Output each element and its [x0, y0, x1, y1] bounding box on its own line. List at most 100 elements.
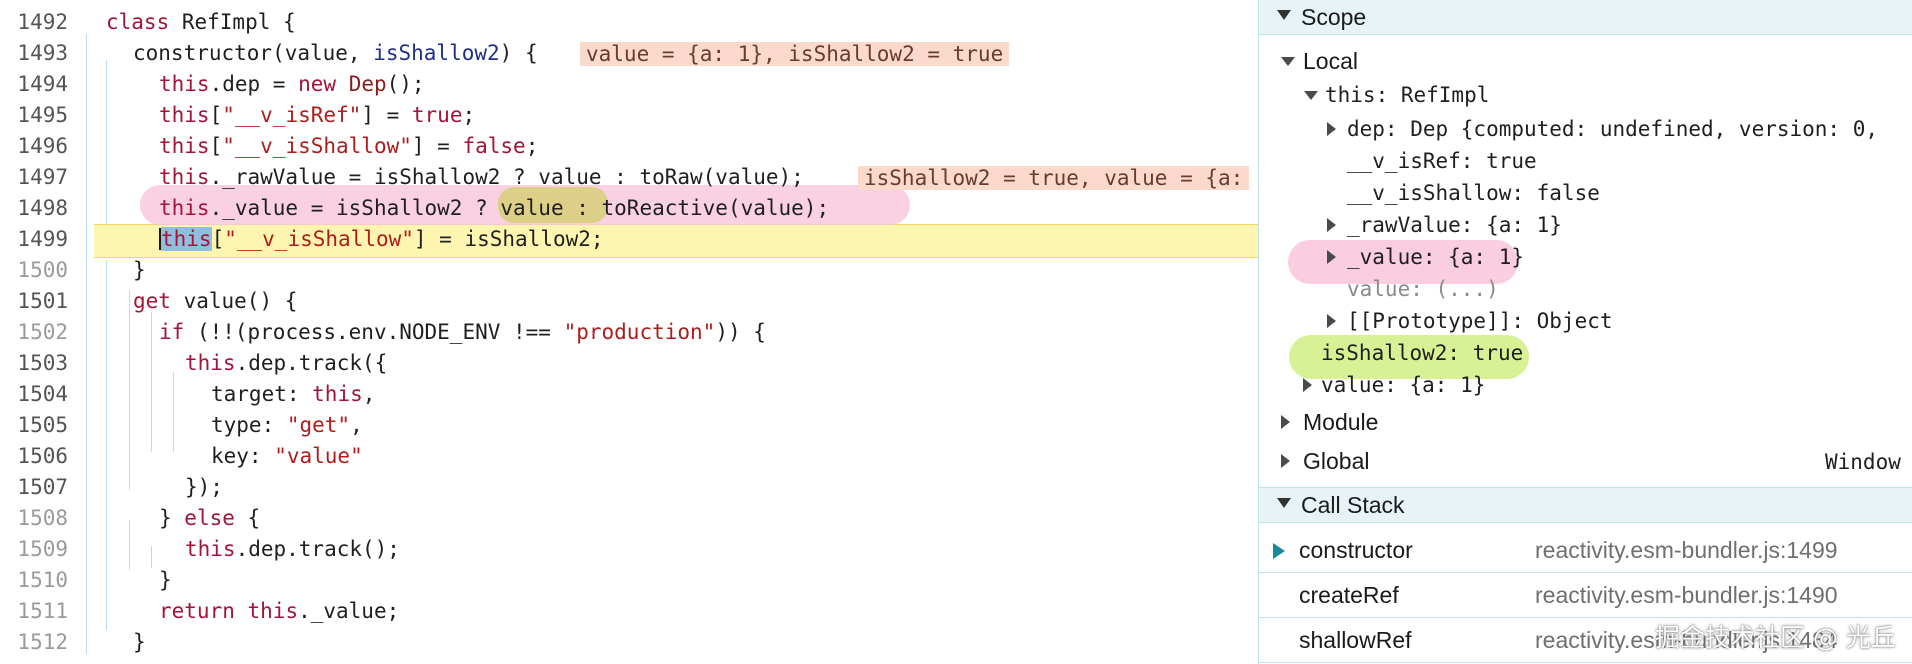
line-number[interactable]: 1501 [0, 286, 68, 317]
code-line[interactable]: 1511 return this._value; [0, 596, 1258, 627]
line-code: constructor(value, isShallow2) { [133, 41, 538, 65]
collapse-triangle-icon[interactable] [1304, 91, 1318, 100]
code-line[interactable]: 1502 if (!!(process.env.NODE_ENV !== "pr… [0, 317, 1258, 348]
scope-title: Scope [1301, 4, 1367, 30]
code-line[interactable]: 1493 constructor(value, isShallow2) { va… [0, 38, 1258, 69]
line-code: this.dep.track({ [185, 351, 388, 375]
code-line[interactable]: 1512 } [0, 627, 1258, 658]
line-number[interactable]: 1497 [0, 162, 68, 193]
line-code: target: this, [211, 382, 376, 406]
line-code: key: "value" [211, 444, 363, 468]
line-number[interactable]: 1511 [0, 596, 68, 627]
line-number[interactable]: 1493 [0, 38, 68, 69]
source-editor[interactable]: 1492 class RefImpl { 1493 constructor(va… [0, 0, 1258, 664]
line-code: get value() { [133, 289, 298, 313]
line-code: this["__v_isShallow"] = isShallow2; [159, 227, 604, 251]
line-code: return this._value; [159, 599, 400, 623]
scope-value-getter-row[interactable]: value: (...) [1347, 274, 1499, 304]
expand-triangle-icon[interactable] [1303, 378, 1312, 392]
line-code: if (!!(process.env.NODE_ENV !== "product… [159, 320, 766, 344]
watermark: 掘金技术社区 @ 光丘 [1655, 623, 1896, 652]
line-number[interactable]: 1506 [0, 441, 68, 472]
line-number[interactable]: 1500 [0, 255, 68, 286]
expand-triangle-icon[interactable] [1277, 10, 1291, 20]
frame-location[interactable]: reactivity.esm-bundler.js:1499 [1535, 528, 1838, 572]
code-line[interactable]: 1509 this.dep.track(); [0, 534, 1258, 565]
expand-triangle-icon[interactable] [1327, 250, 1336, 264]
callstack-title: Call Stack [1301, 492, 1405, 518]
code-line[interactable]: 1494 this.dep = new Dep(); [0, 69, 1258, 100]
line-code: this["__v_isShallow"] = false; [159, 134, 539, 158]
expand-triangle-icon[interactable] [1327, 122, 1336, 136]
scope-rawValue-row[interactable]: _rawValue: {a: 1} [1347, 210, 1562, 240]
line-number[interactable]: 1495 [0, 100, 68, 131]
code-line[interactable]: 1495 this["__v_isRef"] = true; [0, 100, 1258, 131]
frame-location[interactable]: reactivity.esm-bundler.js:1490 [1535, 573, 1838, 617]
line-number[interactable]: 1499 [0, 224, 68, 255]
line-number[interactable]: 1503 [0, 348, 68, 379]
code-line[interactable]: 1510 } [0, 565, 1258, 596]
line-code: class RefImpl { [106, 10, 296, 34]
callstack-frame[interactable]: createRef reactivity.esm-bundler.js:1490 [1259, 573, 1912, 618]
collapse-triangle-icon[interactable] [1281, 57, 1295, 66]
code-line[interactable]: 1504 target: this, [0, 379, 1258, 410]
code-line[interactable]: 1501 get value() { [0, 286, 1258, 317]
expand-triangle-icon[interactable] [1327, 314, 1336, 328]
callstack-section-header[interactable]: Call Stack [1259, 487, 1912, 523]
code-line[interactable]: 1498 this._value = isShallow2 ? value : … [0, 193, 1258, 224]
code-line[interactable]: 1505 type: "get", [0, 410, 1258, 441]
expand-triangle-icon[interactable] [1327, 218, 1336, 232]
code-line[interactable]: 1496 this["__v_isShallow"] = false; [0, 131, 1258, 162]
scope-value-private-row[interactable]: _value: {a: 1} [1347, 242, 1524, 272]
scope-isShallow2-row[interactable]: isShallow2: true [1321, 338, 1523, 368]
line-number[interactable]: 1505 [0, 410, 68, 441]
line-code: this.dep.track(); [185, 537, 400, 561]
expand-triangle-icon[interactable] [1281, 415, 1290, 429]
code-line[interactable]: 1500 } [0, 255, 1258, 286]
line-number[interactable]: 1510 [0, 565, 68, 596]
line-number[interactable]: 1507 [0, 472, 68, 503]
frame-function: constructor [1299, 537, 1413, 563]
line-code: this["__v_isRef"] = true; [159, 103, 476, 127]
callstack-frame-current[interactable]: constructor reactivity.esm-bundler.js:14… [1259, 528, 1912, 573]
code-line[interactable]: 1507 }); [0, 472, 1258, 503]
line-number[interactable]: 1492 [0, 7, 68, 38]
line-code: } [133, 630, 146, 654]
code-line[interactable]: 1506 key: "value" [0, 441, 1258, 472]
inline-value-rawValue: isShallow2 = true, value = {a: [858, 166, 1250, 190]
code-line[interactable]: 1503 this.dep.track({ [0, 348, 1258, 379]
line-number[interactable]: 1508 [0, 503, 68, 534]
scope-this-row[interactable]: this: RefImpl [1325, 80, 1489, 110]
line-number[interactable]: 1509 [0, 534, 68, 565]
scope-value-arg-row[interactable]: value: {a: 1} [1321, 370, 1485, 400]
scope-global-value: Window [1825, 450, 1901, 474]
scope-section-header[interactable]: Scope [1259, 0, 1912, 35]
frame-function: shallowRef [1299, 627, 1412, 653]
scope-prototype-row[interactable]: [[Prototype]]: Object [1347, 306, 1613, 336]
line-code: } [133, 258, 146, 282]
line-code: this._rawValue = isShallow2 ? value : to… [159, 165, 804, 189]
frame-function: createRef [1299, 582, 1399, 608]
expand-triangle-icon[interactable] [1281, 454, 1290, 468]
line-number[interactable]: 1496 [0, 131, 68, 162]
code-line[interactable]: 1492 class RefImpl { [0, 7, 1258, 38]
scope-isRef-row[interactable]: __v_isRef: true [1347, 146, 1537, 176]
scope-global-label[interactable]: Global [1303, 446, 1369, 476]
line-number[interactable]: 1504 [0, 379, 68, 410]
current-frame-arrow-icon [1273, 543, 1285, 559]
scope-dep-row[interactable]: dep: Dep {computed: undefined, version: … [1347, 114, 1878, 144]
line-number[interactable]: 1512 [0, 627, 68, 658]
scope-local-label[interactable]: Local [1303, 46, 1358, 76]
scope-isShallow-row[interactable]: __v_isShallow: false [1347, 178, 1600, 208]
line-number[interactable]: 1502 [0, 317, 68, 348]
line-code: this._value = isShallow2 ? value : toRea… [159, 196, 830, 220]
debugger-sidebar: Scope Local this: RefImpl dep: Dep {comp… [1258, 0, 1912, 664]
line-number[interactable]: 1494 [0, 69, 68, 100]
line-number[interactable]: 1498 [0, 193, 68, 224]
line-code: } [159, 568, 172, 592]
code-line-paused[interactable]: 1499 this["__v_isShallow"] = isShallow2; [0, 224, 1258, 255]
scope-module-label[interactable]: Module [1303, 407, 1378, 437]
code-line[interactable]: 1508 } else { [0, 503, 1258, 534]
expand-triangle-icon[interactable] [1277, 498, 1291, 508]
code-line[interactable]: 1497 this._rawValue = isShallow2 ? value… [0, 162, 1258, 193]
